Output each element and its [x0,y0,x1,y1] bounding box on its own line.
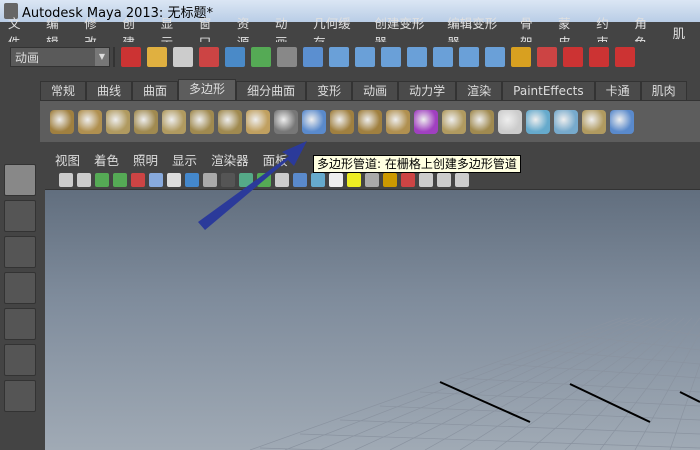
ground-grid [249,317,700,450]
overlay [198,141,700,450]
annotation-arrow [198,141,307,230]
